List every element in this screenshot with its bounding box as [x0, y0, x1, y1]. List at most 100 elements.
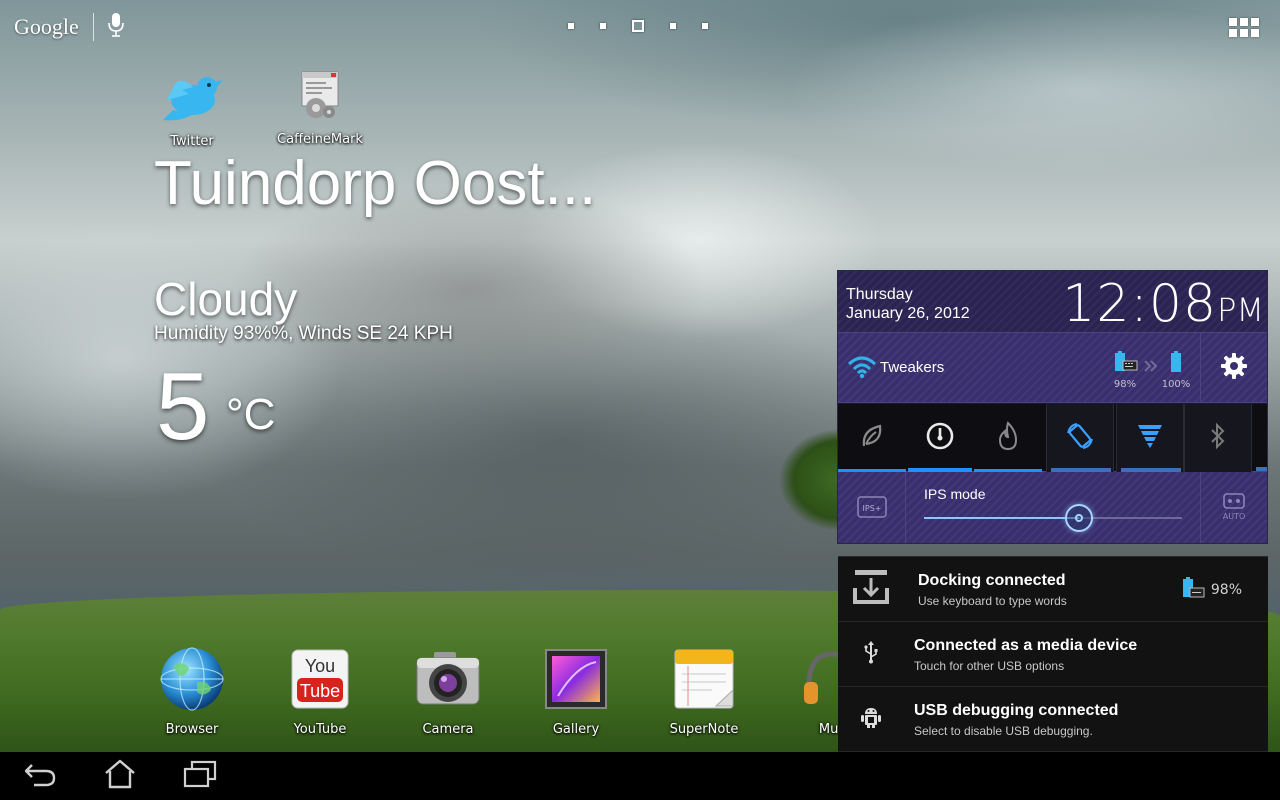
toggle-bluetooth[interactable] [1184, 404, 1252, 472]
balanced-mode-icon [925, 421, 955, 455]
dock-browser[interactable]: Browser [137, 646, 247, 737]
notification-icon-cell [838, 687, 904, 751]
dock-label: YouTube [293, 722, 347, 737]
dock-youtube[interactable]: You Tube YouTube [265, 646, 375, 737]
performance-mode-icon [996, 421, 1020, 455]
auto-brightness-icon: AUTO [1219, 492, 1249, 526]
apps-grid-icon [1251, 29, 1259, 37]
weather-temperature: 5 [156, 353, 210, 460]
google-search-bar[interactable]: Google [14, 12, 124, 42]
dock-label: Camera [422, 722, 474, 737]
back-arrow-icon [24, 761, 56, 791]
qs-wifi-row[interactable]: Tweakers 98% 100% [838, 333, 1200, 403]
toggle-power-saving[interactable] [838, 404, 906, 472]
apps-grid-icon [1240, 29, 1248, 37]
weather-details: Humidity 93%%, Winds SE 24 KPH [154, 323, 453, 344]
auto-label: AUTO [1223, 512, 1246, 521]
android-debug-icon [860, 705, 882, 733]
wifi-signal-icon [847, 355, 877, 383]
weather-unit: °C [226, 390, 276, 439]
page-dot-active [632, 20, 644, 32]
apps-grid-icon [1240, 18, 1248, 26]
qs-date: January 26, 2012 [846, 305, 970, 322]
quick-settings-panel: Thursday January 26, 2012 12:08PM Tweake… [837, 270, 1268, 544]
dock-label: Gallery [552, 722, 600, 737]
auto-rotate-icon [1065, 421, 1095, 455]
brightness-slider-thumb[interactable] [1064, 504, 1093, 532]
navigation-bar [0, 752, 1280, 800]
back-button[interactable] [20, 760, 60, 792]
notification-battery-pct: 98% [1210, 582, 1242, 598]
qs-day: Thursday [846, 286, 913, 303]
auto-brightness-button[interactable]: AUTO [1200, 472, 1267, 543]
home-icon [103, 759, 137, 793]
dock-label: SuperNote [669, 722, 739, 737]
qs-ips-row: IPS+ IPS mode AUTO [838, 472, 1267, 543]
toggle-auto-rotate[interactable] [1046, 404, 1114, 472]
microphone-icon[interactable] [107, 12, 124, 42]
qs-wifi-name: Tweakers [880, 359, 945, 376]
notification-docking[interactable]: Docking connected Use keyboard to type w… [838, 557, 1268, 622]
weather-city[interactable]: Tuindorp Oost... [154, 148, 596, 219]
shortcut-caffeinemark[interactable]: CaffeineMark [265, 70, 375, 147]
gear-icon [1220, 352, 1248, 384]
brightness-slider[interactable] [924, 504, 1182, 532]
home-button[interactable] [100, 759, 140, 793]
dock-battery-pct: 98% [1113, 379, 1137, 390]
toggle-wifi[interactable] [1116, 404, 1184, 472]
qs-ampm: PM [1217, 291, 1264, 329]
recent-apps-button[interactable] [180, 760, 220, 792]
toggle-balanced-mode[interactable] [906, 404, 974, 472]
notification-subtitle: Use keyboard to type words [918, 594, 1067, 608]
ips-mode-button[interactable]: IPS+ [838, 472, 906, 543]
keyboard-dock-battery-icon [1112, 351, 1138, 377]
ips-mode-label: IPS mode [924, 486, 986, 502]
notification-icon-cell [838, 557, 904, 621]
notification-dock-battery: 98% [1181, 577, 1242, 603]
dock-supernote[interactable]: SuperNote [649, 646, 759, 737]
page-dot [702, 23, 708, 29]
docking-icon [853, 568, 889, 610]
svg-text:You: You [305, 656, 335, 676]
google-logo[interactable]: Google [14, 14, 79, 40]
usb-icon [863, 640, 879, 668]
notification-media-device[interactable]: Connected as a media device Touch for ot… [838, 622, 1268, 687]
power-saving-icon [858, 422, 886, 454]
dock-gallery[interactable]: Gallery [521, 646, 631, 737]
page-dot [600, 23, 606, 29]
browser-globe-icon [159, 646, 225, 716]
notification-icon-cell [838, 622, 904, 686]
twitter-bird-icon [159, 68, 225, 130]
notification-title: Docking connected [918, 572, 1066, 589]
qs-settings-button[interactable] [1200, 333, 1267, 403]
toggle-performance-mode[interactable] [974, 404, 1042, 472]
supernote-icon [672, 646, 736, 716]
tablet-battery: 100% [1161, 351, 1191, 390]
qs-clock-header: Thursday January 26, 2012 12:08PM [838, 271, 1267, 333]
caffeinemark-icon [296, 70, 344, 128]
apps-grid-icon [1229, 18, 1237, 26]
tablet-battery-icon [1169, 351, 1183, 377]
notification-title: Connected as a media device [914, 637, 1138, 654]
tablet-battery-pct: 100% [1161, 379, 1191, 390]
ips-icon-label: IPS+ [862, 504, 881, 513]
toggle-indicator [1256, 467, 1267, 471]
shortcut-twitter[interactable]: Twitter [137, 68, 247, 149]
notification-subtitle: Select to disable USB debugging. [914, 724, 1093, 738]
weather-condition: Cloudy [154, 273, 298, 325]
charging-arrows-icon [1144, 357, 1158, 376]
dock-battery: 98% [1110, 351, 1140, 390]
apps-grid-icon [1229, 29, 1237, 37]
qs-clock: 12:08PM [1018, 275, 1264, 339]
keyboard-dock-battery-icon [1181, 577, 1205, 603]
dock-camera[interactable]: Camera [393, 646, 503, 737]
notification-usb-debugging[interactable]: USB debugging connected Select to disabl… [838, 687, 1268, 752]
qs-time: 12:08 [1062, 274, 1218, 334]
recent-apps-icon [183, 760, 217, 792]
apps-grid-icon [1251, 18, 1259, 26]
bluetooth-icon [1210, 422, 1226, 454]
qs-toggle-row [838, 404, 1267, 472]
shortcut-label: CaffeineMark [277, 132, 363, 147]
all-apps-button[interactable] [1229, 18, 1259, 38]
dock-label: Browser [165, 722, 219, 737]
